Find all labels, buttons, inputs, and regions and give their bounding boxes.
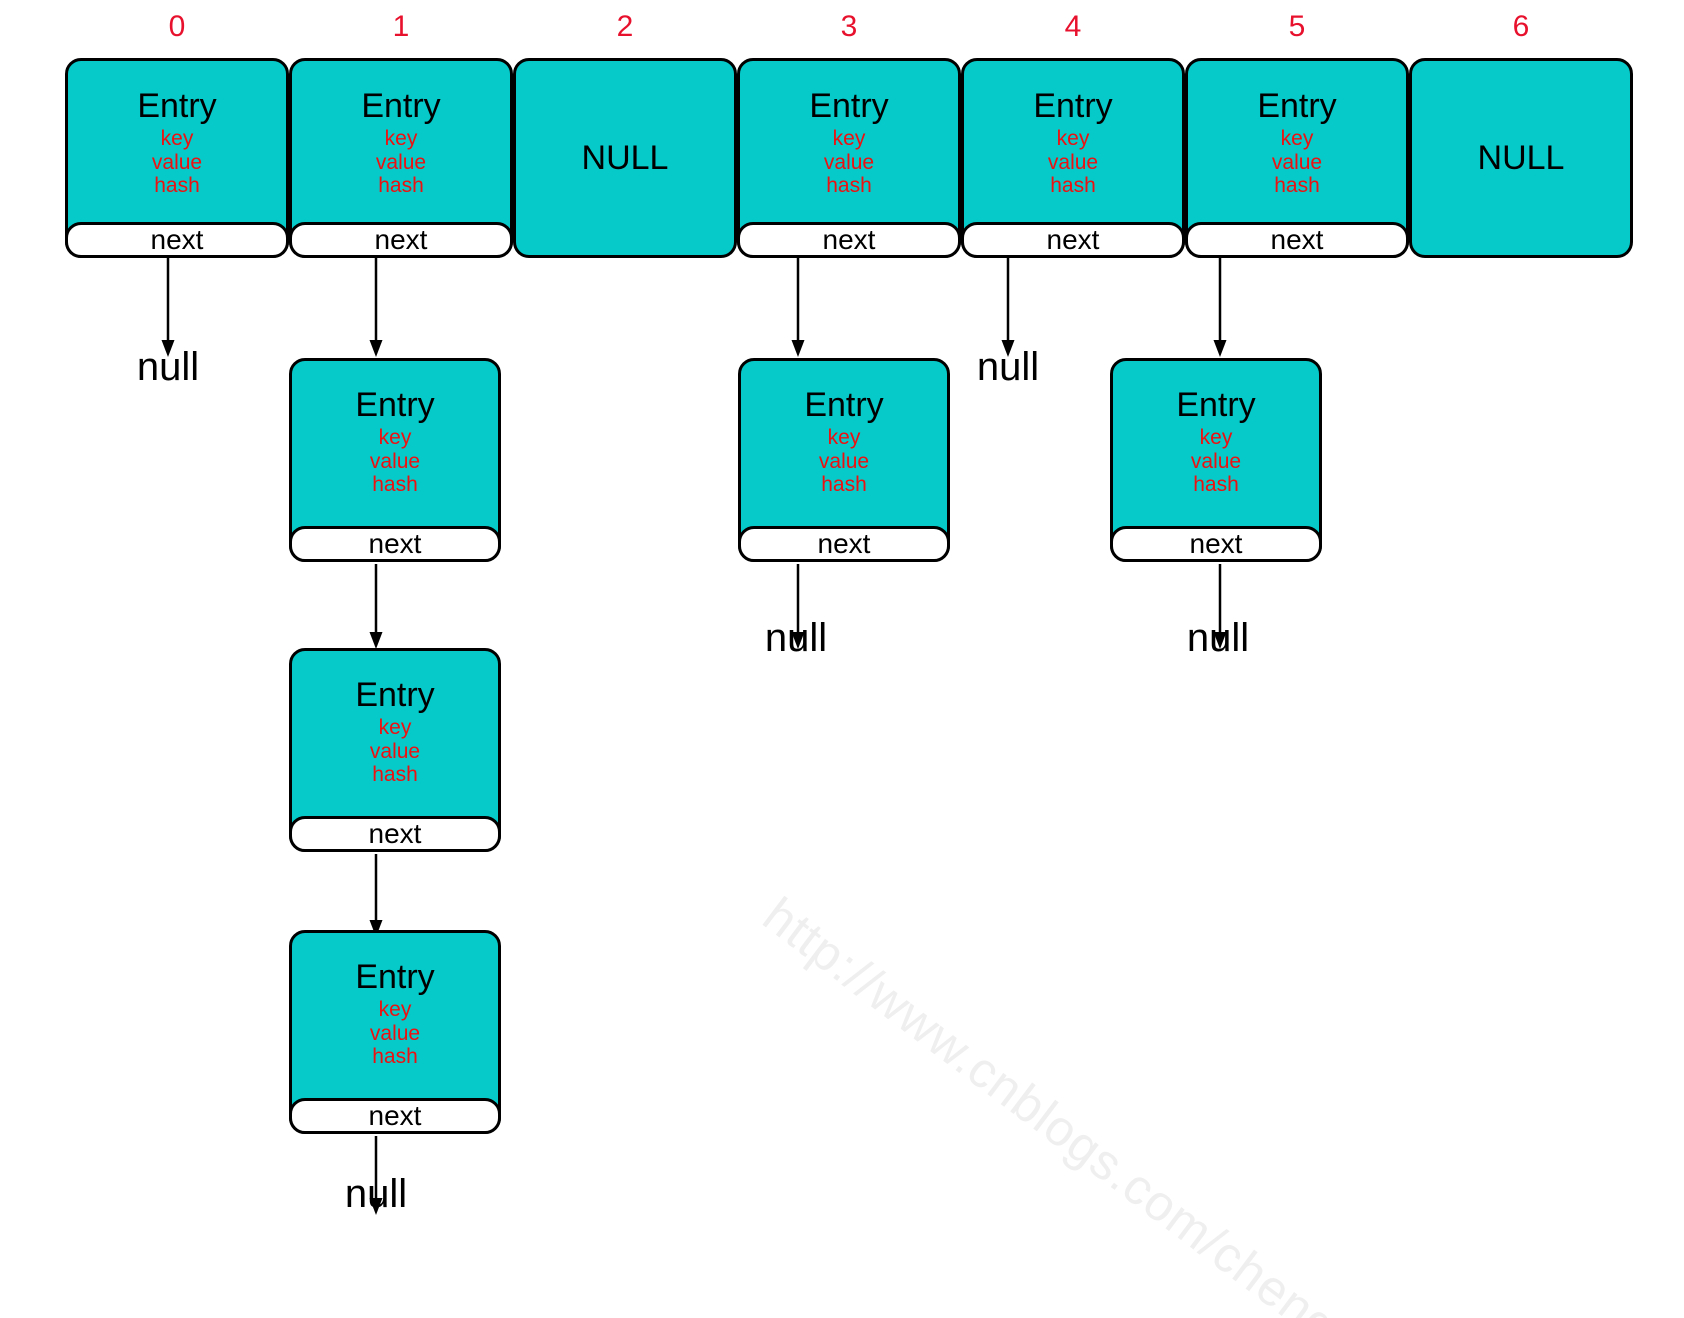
chain-node-bucket-1-level-1[interactable]: Entry key value hash next <box>289 358 501 562</box>
bucket-null-label: NULL <box>1477 138 1565 177</box>
entry-field-hash: hash <box>1193 473 1239 497</box>
entry-next-pointer[interactable]: next <box>289 526 501 562</box>
chain-node-bucket-1-level-3[interactable]: Entry key value hash next <box>289 930 501 1134</box>
entry-next-pointer[interactable]: next <box>289 222 513 258</box>
bucket-index-label-5: 5 <box>1288 10 1306 43</box>
bucket-cell-3-body: Entry key value hash <box>740 61 958 222</box>
bucket-cell-4-body: Entry key value hash <box>964 61 1182 222</box>
arrow-bucket-1-to-chain-1 <box>368 258 384 358</box>
bucket-cell-5[interactable]: Entry key value hash next <box>1185 58 1409 258</box>
entry-next-pointer[interactable]: next <box>65 222 289 258</box>
bucket-index-label-0: 0 <box>168 10 186 43</box>
entry-field-key: key <box>827 426 861 450</box>
entry-field-value: value <box>818 449 870 473</box>
entry-next-pointer[interactable]: next <box>289 1098 501 1134</box>
entry-field-key: key <box>1056 127 1090 151</box>
bucket-cell-1[interactable]: Entry key value hash next <box>289 58 513 258</box>
entry-field-hash: hash <box>154 174 200 198</box>
entry-field-hash: hash <box>821 473 867 497</box>
entry-field-hash: hash <box>372 473 418 497</box>
entry-next-pointer[interactable]: next <box>289 816 501 852</box>
entry-title: Entry <box>361 87 441 126</box>
entry-title: Entry <box>804 386 884 425</box>
entry-next-pointer[interactable]: next <box>1185 222 1409 258</box>
arrow-chain-1-1-to-1-2 <box>368 564 384 650</box>
entry-field-value: value <box>1271 150 1323 174</box>
entry-field-key: key <box>378 426 412 450</box>
entry-next-pointer[interactable]: next <box>1110 526 1322 562</box>
bucket-null-label: NULL <box>581 138 669 177</box>
chain-node-bucket-1-level-2[interactable]: Entry key value hash next <box>289 648 501 852</box>
bucket-cell-0[interactable]: Entry key value hash next <box>65 58 289 258</box>
entry-field-hash: hash <box>378 174 424 198</box>
chain-node-bucket-5-level-1[interactable]: Entry key value hash next <box>1110 358 1322 562</box>
entry-field-key: key <box>160 127 194 151</box>
entry-title: Entry <box>137 87 217 126</box>
entry-field-value: value <box>1047 150 1099 174</box>
entry-field-value: value <box>1190 449 1242 473</box>
entry-field-key: key <box>378 716 412 740</box>
entry-field-key: key <box>832 127 866 151</box>
entry-field-hash: hash <box>826 174 872 198</box>
bucket-index-label-2: 2 <box>616 10 634 43</box>
entry-field-value: value <box>369 449 421 473</box>
entry-field-value: value <box>369 739 421 763</box>
entry-field-hash: hash <box>372 763 418 787</box>
entry-field-value: value <box>375 150 427 174</box>
chain-node-body: Entry key value hash <box>292 933 498 1098</box>
null-terminator-bucket-1: null <box>344 1172 408 1216</box>
bucket-index-label-3: 3 <box>840 10 858 43</box>
site-watermark: http://www.cnblogs.com/chengxiao/ <box>753 886 1437 1318</box>
entry-next-pointer[interactable]: next <box>737 222 961 258</box>
chain-node-body: Entry key value hash <box>741 361 947 526</box>
hashmap-diagram-canvas: 0 1 2 3 4 5 6 Entry key value hash next … <box>0 0 1684 1318</box>
entry-title: Entry <box>809 87 889 126</box>
bucket-index-label-6: 6 <box>1512 10 1530 43</box>
bucket-index-label-1: 1 <box>392 10 410 43</box>
entry-title: Entry <box>355 386 435 425</box>
null-terminator-bucket-5: null <box>1186 616 1250 660</box>
entry-field-hash: hash <box>1050 174 1096 198</box>
bucket-cell-0-body: Entry key value hash <box>68 61 286 222</box>
arrow-bucket-0-to-null <box>160 258 176 358</box>
entry-field-key: key <box>384 127 418 151</box>
entry-field-value: value <box>151 150 203 174</box>
null-terminator-bucket-3: null <box>764 616 828 660</box>
bucket-cell-3[interactable]: Entry key value hash next <box>737 58 961 258</box>
bucket-cell-6[interactable]: NULL <box>1409 58 1633 258</box>
entry-next-pointer[interactable]: next <box>961 222 1185 258</box>
entry-field-key: key <box>1280 127 1314 151</box>
entry-title: Entry <box>1257 87 1337 126</box>
chain-node-bucket-3-level-1[interactable]: Entry key value hash next <box>738 358 950 562</box>
arrow-bucket-5-to-chain-1 <box>1212 258 1228 358</box>
entry-title: Entry <box>1033 87 1113 126</box>
bucket-cell-2[interactable]: NULL <box>513 58 737 258</box>
bucket-cell-4[interactable]: Entry key value hash next <box>961 58 1185 258</box>
chain-node-body: Entry key value hash <box>292 361 498 526</box>
arrow-bucket-4-to-null <box>1000 258 1016 358</box>
entry-field-key: key <box>378 998 412 1022</box>
arrow-bucket-3-to-chain-1 <box>790 258 806 358</box>
bucket-index-label-4: 4 <box>1064 10 1082 43</box>
entry-field-hash: hash <box>1274 174 1320 198</box>
entry-field-value: value <box>369 1021 421 1045</box>
entry-title: Entry <box>1176 386 1256 425</box>
entry-field-key: key <box>1199 426 1233 450</box>
entry-field-hash: hash <box>372 1045 418 1069</box>
entry-field-value: value <box>823 150 875 174</box>
entry-next-pointer[interactable]: next <box>738 526 950 562</box>
bucket-cell-5-body: Entry key value hash <box>1188 61 1406 222</box>
entry-title: Entry <box>355 676 435 715</box>
arrow-chain-1-2-to-1-3 <box>368 854 384 938</box>
chain-node-body: Entry key value hash <box>292 651 498 816</box>
chain-node-body: Entry key value hash <box>1113 361 1319 526</box>
bucket-cell-1-body: Entry key value hash <box>292 61 510 222</box>
entry-title: Entry <box>355 958 435 997</box>
null-terminator-bucket-0: null <box>136 345 200 389</box>
